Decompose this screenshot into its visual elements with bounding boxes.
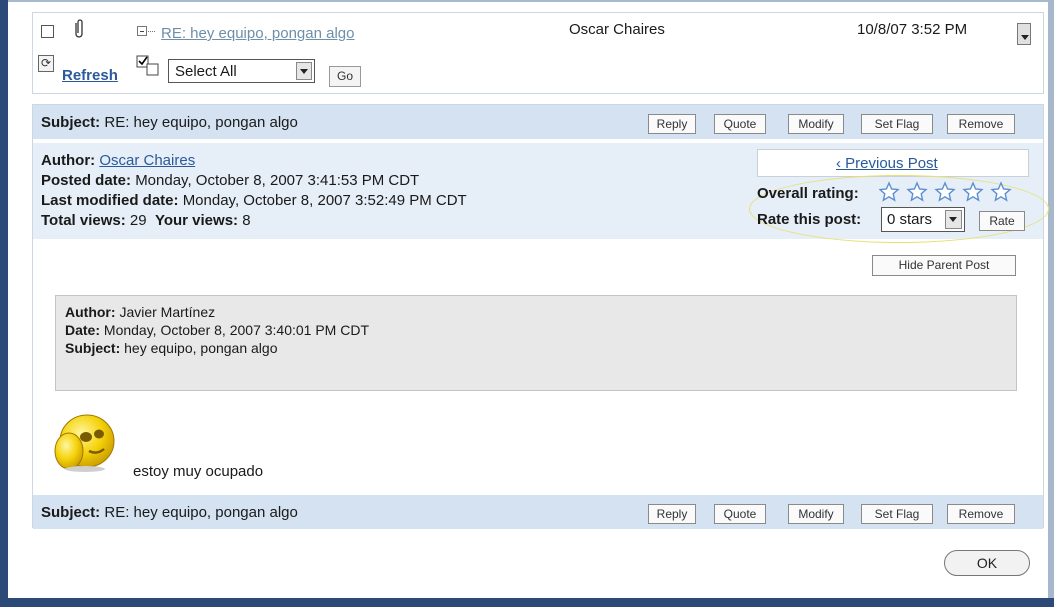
select-all-value: Select All xyxy=(175,63,237,80)
select-all-dropdown[interactable]: Select All xyxy=(168,59,315,83)
refresh-link[interactable]: Refresh xyxy=(62,67,118,84)
parent-date-line: Date: Monday, October 8, 2007 3:40:01 PM… xyxy=(65,322,370,338)
subject-bar-top: Subject: RE: hey equipo, pongan algo Rep… xyxy=(33,105,1043,139)
rate-stars-dropdown[interactable]: 0 stars xyxy=(881,207,965,232)
post-subject: Subject: RE: hey equipo, pongan algo xyxy=(41,504,298,521)
star-icon xyxy=(906,181,928,202)
modify-button[interactable]: Modify xyxy=(788,504,844,524)
quote-button[interactable]: Quote xyxy=(714,504,766,524)
set-flag-button[interactable]: Set Flag xyxy=(861,114,933,134)
thread-subject-link[interactable]: RE: hey equipo, pongan algo xyxy=(161,25,354,42)
parent-subject-line: Subject: hey equipo, pongan algo xyxy=(65,340,278,356)
author-line: Author: Oscar Chaires xyxy=(41,152,196,169)
thread-row[interactable]: RE: hey equipo, pongan algo Oscar Chaire… xyxy=(33,13,1043,53)
scroll-down-button[interactable] xyxy=(1017,23,1031,45)
star-icon xyxy=(934,181,956,202)
views-line: Total views: 29 Your views: 8 xyxy=(41,212,251,229)
star-icon xyxy=(962,181,984,202)
refresh-icon[interactable]: ⟳ xyxy=(38,55,54,72)
author-block: Author: Oscar Chaires Posted date: Monda… xyxy=(33,143,1049,243)
go-button[interactable]: Go xyxy=(329,66,361,87)
thread-list: RE: hey equipo, pongan algo Oscar Chaire… xyxy=(32,12,1044,94)
thread-checkbox[interactable] xyxy=(41,25,54,38)
tree-collapse-icon[interactable] xyxy=(137,26,155,38)
quote-button[interactable]: Quote xyxy=(714,114,766,134)
author-link[interactable]: Oscar Chaires xyxy=(99,152,195,169)
previous-post-link[interactable]: ‹ Previous Post xyxy=(836,155,938,172)
star-icon xyxy=(990,181,1012,202)
posted-date-line: Posted date: Monday, October 8, 2007 3:4… xyxy=(41,172,420,189)
chevron-down-icon[interactable] xyxy=(945,210,962,229)
parent-post-box: Author: Javier Martínez Date: Monday, Oc… xyxy=(55,295,1017,391)
window-frame-bottom xyxy=(0,598,1054,607)
overall-rating-stars xyxy=(879,181,1012,202)
attachment-icon xyxy=(75,19,83,38)
post-body-text: estoy muy ocupado xyxy=(133,463,264,480)
reply-button[interactable]: Reply xyxy=(648,504,696,524)
window-frame-left xyxy=(0,0,8,607)
previous-post-box: ‹ Previous Post xyxy=(757,149,1029,177)
rate-this-post-label: Rate this post: xyxy=(757,211,862,228)
remove-button[interactable]: Remove xyxy=(947,114,1015,134)
reply-button[interactable]: Reply xyxy=(648,114,696,134)
chevron-down-icon[interactable] xyxy=(296,62,312,80)
remove-button[interactable]: Remove xyxy=(947,504,1015,524)
window-frame-top xyxy=(8,0,1048,2)
thread-author: Oscar Chaires xyxy=(569,21,665,38)
modified-date-line: Last modified date: Monday, October 8, 2… xyxy=(41,192,467,209)
smiley-icon xyxy=(54,414,115,472)
thread-date: 10/8/07 3:52 PM xyxy=(857,21,968,38)
modify-button[interactable]: Modify xyxy=(788,114,844,134)
select-all-icon[interactable] xyxy=(136,55,160,77)
rate-stars-value: 0 stars xyxy=(887,211,933,228)
set-flag-button[interactable]: Set Flag xyxy=(861,504,933,524)
rate-button[interactable]: Rate xyxy=(979,211,1025,231)
hide-parent-post-button[interactable]: Hide Parent Post xyxy=(872,255,1016,276)
star-icon xyxy=(879,181,900,202)
post-subject: Subject: RE: hey equipo, pongan algo xyxy=(41,114,298,131)
window-frame-right xyxy=(1048,0,1054,607)
ok-button[interactable]: OK xyxy=(944,550,1030,576)
subject-bar-bottom: Subject: RE: hey equipo, pongan algo Rep… xyxy=(33,495,1043,529)
overall-rating-label: Overall rating: xyxy=(757,185,859,202)
parent-author-line: Author: Javier Martínez xyxy=(65,304,216,320)
post-panel: Subject: RE: hey equipo, pongan algo Rep… xyxy=(32,104,1049,529)
